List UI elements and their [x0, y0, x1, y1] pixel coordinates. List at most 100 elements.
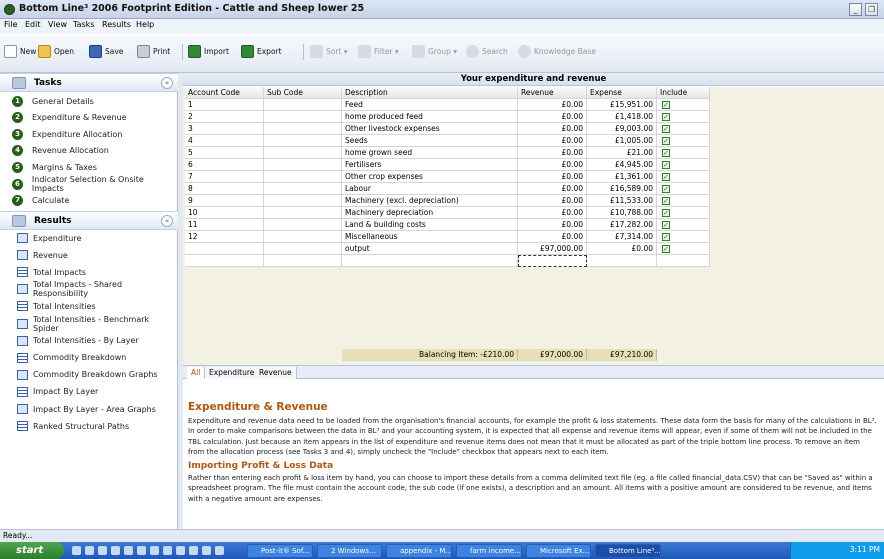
- include-checkbox[interactable]: ✓: [662, 173, 670, 181]
- grid-cell-sub[interactable]: [264, 99, 342, 111]
- import-button[interactable]: Import: [188, 43, 229, 60]
- quicklaunch-icon[interactable]: [137, 546, 146, 555]
- new-row-cell[interactable]: [342, 255, 518, 267]
- result-item[interactable]: Commodity Breakdown: [17, 351, 126, 365]
- include-checkbox[interactable]: ✓: [662, 221, 670, 229]
- grid-cell-include[interactable]: ✓: [657, 99, 710, 111]
- grid-cell-exp[interactable]: £10,788.00: [587, 207, 657, 219]
- grid-cell-code[interactable]: 5: [185, 147, 264, 159]
- quicklaunch-icon[interactable]: [150, 546, 159, 555]
- result-item[interactable]: Impact By Layer: [17, 385, 98, 399]
- new-row[interactable]: [183, 255, 711, 267]
- grid-cell-exp[interactable]: £16,589.00: [587, 183, 657, 195]
- menu-results[interactable]: Results: [102, 20, 131, 29]
- result-item[interactable]: Ranked Structural Paths: [17, 419, 129, 433]
- include-checkbox[interactable]: ✓: [662, 185, 670, 193]
- column-header[interactable]: Expense: [587, 87, 657, 99]
- grid-cell-rev[interactable]: £0.00: [518, 219, 587, 231]
- grid-cell-sub[interactable]: [264, 219, 342, 231]
- task-item[interactable]: 7 Calculate: [12, 194, 69, 208]
- grid-cell-code[interactable]: [185, 243, 264, 255]
- task-item[interactable]: 3 Expenditure Allocation: [12, 127, 122, 141]
- grid-cell-desc[interactable]: Machinery (excl. depreciation): [342, 195, 518, 207]
- grid-cell-exp[interactable]: £1,005.00: [587, 135, 657, 147]
- task-item[interactable]: 1 General Details: [12, 94, 94, 108]
- grid-cell-exp[interactable]: £0.00: [587, 243, 657, 255]
- task-item[interactable]: 6 Indicator Selection & Onsite Impacts: [12, 175, 177, 193]
- grid-cell-exp[interactable]: £7,314.00: [587, 231, 657, 243]
- grid-cell-rev[interactable]: £0.00: [518, 135, 587, 147]
- tab-revenue[interactable]: Revenue: [255, 367, 297, 379]
- include-checkbox[interactable]: ✓: [662, 245, 670, 253]
- sort-button[interactable]: Sort ▾: [310, 43, 348, 60]
- grid-cell-sub[interactable]: [264, 195, 342, 207]
- column-header[interactable]: Description: [342, 87, 518, 99]
- grid-cell-include[interactable]: ✓: [657, 219, 710, 231]
- include-checkbox[interactable]: ✓: [662, 161, 670, 169]
- filter-button[interactable]: Filter ▾: [358, 43, 399, 60]
- grid-cell-sub[interactable]: [264, 171, 342, 183]
- grid-cell-include[interactable]: ✓: [657, 183, 710, 195]
- grid-cell-exp[interactable]: £9,003.00: [587, 123, 657, 135]
- table-row[interactable]: output £97,000.00 £0.00 ✓: [183, 243, 711, 255]
- new-row-cell[interactable]: [518, 255, 587, 267]
- taskbar-button-farm-income[interactable]: farm income...: [456, 544, 522, 558]
- taskbar-button-appendix[interactable]: appendix - M...: [386, 544, 452, 558]
- quicklaunch-icon[interactable]: [189, 546, 198, 555]
- grid-cell-exp[interactable]: £1,418.00: [587, 111, 657, 123]
- grid-cell-exp[interactable]: £17,282.00: [587, 219, 657, 231]
- grid-cell-rev[interactable]: £0.00: [518, 111, 587, 123]
- grid-cell-exp[interactable]: £15,951.00: [587, 99, 657, 111]
- result-item[interactable]: Total Intensities - By Layer: [17, 334, 139, 348]
- include-checkbox[interactable]: ✓: [662, 197, 670, 205]
- grid-cell-include[interactable]: ✓: [657, 135, 710, 147]
- tab-expenditure[interactable]: Expenditure: [205, 367, 260, 379]
- grid-cell-code[interactable]: 8: [185, 183, 264, 195]
- result-item[interactable]: Expenditure: [17, 231, 81, 245]
- table-row[interactable]: 7 Other crop expenses £0.00 £1,361.00 ✓: [183, 171, 711, 183]
- restore-button[interactable]: ❐: [865, 3, 878, 16]
- tab-all[interactable]: All: [187, 367, 206, 379]
- table-row[interactable]: 12 Miscellaneous £0.00 £7,314.00 ✓: [183, 231, 711, 243]
- table-row[interactable]: 9 Machinery (excl. depreciation) £0.00 £11,…: [183, 195, 711, 207]
- grid-cell-exp[interactable]: £21.00: [587, 147, 657, 159]
- taskbar-button-postit[interactable]: Post-it® Sof...: [247, 544, 313, 558]
- export-button[interactable]: Export: [241, 43, 282, 60]
- grid-cell-desc[interactable]: Seeds: [342, 135, 518, 147]
- grid-cell-exp[interactable]: £11,533.00: [587, 195, 657, 207]
- quicklaunch-icon[interactable]: [215, 546, 224, 555]
- grid-cell-sub[interactable]: [264, 147, 342, 159]
- grid-cell-rev[interactable]: £0.00: [518, 195, 587, 207]
- include-checkbox[interactable]: ✓: [662, 233, 670, 241]
- result-item[interactable]: Impact By Layer - Area Graphs: [17, 402, 156, 416]
- grid-cell-desc[interactable]: Labour: [342, 183, 518, 195]
- table-row[interactable]: 1 Feed £0.00 £15,951.00 ✓: [183, 99, 711, 111]
- grid-cell-desc[interactable]: Other livestock expenses: [342, 123, 518, 135]
- table-row[interactable]: 2 home produced feed £0.00 £1,418.00 ✓: [183, 111, 711, 123]
- grid-cell-code[interactable]: 7: [185, 171, 264, 183]
- grid-cell-desc[interactable]: Other crop expenses: [342, 171, 518, 183]
- table-row[interactable]: 8 Labour £0.00 £16,589.00 ✓: [183, 183, 711, 195]
- new-row-cell[interactable]: [264, 255, 342, 267]
- grid-cell-include[interactable]: ✓: [657, 171, 710, 183]
- grid-cell-sub[interactable]: [264, 159, 342, 171]
- grid-cell-desc[interactable]: Miscellaneous: [342, 231, 518, 243]
- quicklaunch-icon[interactable]: [202, 546, 211, 555]
- search-button[interactable]: Search: [466, 43, 508, 60]
- table-row[interactable]: 4 Seeds £0.00 £1,005.00 ✓: [183, 135, 711, 147]
- collapse-icon[interactable]: «: [161, 77, 173, 89]
- quicklaunch-icon[interactable]: [72, 546, 81, 555]
- grid-cell-sub[interactable]: [264, 111, 342, 123]
- quicklaunch-icon[interactable]: [111, 546, 120, 555]
- column-header[interactable]: Revenue: [518, 87, 587, 99]
- result-item[interactable]: Total Impacts: [17, 265, 86, 279]
- grid-cell-code[interactable]: 6: [185, 159, 264, 171]
- collapse-icon[interactable]: «: [161, 215, 173, 227]
- tasks-group-header[interactable]: Tasks «: [0, 73, 178, 92]
- grid-cell-code[interactable]: 11: [185, 219, 264, 231]
- grid-cell-desc[interactable]: home produced feed: [342, 111, 518, 123]
- grid-cell-desc[interactable]: Land & building costs: [342, 219, 518, 231]
- grid-cell-include[interactable]: ✓: [657, 195, 710, 207]
- grid-cell-code[interactable]: 3: [185, 123, 264, 135]
- task-item[interactable]: 5 Margins & Taxes: [12, 160, 97, 174]
